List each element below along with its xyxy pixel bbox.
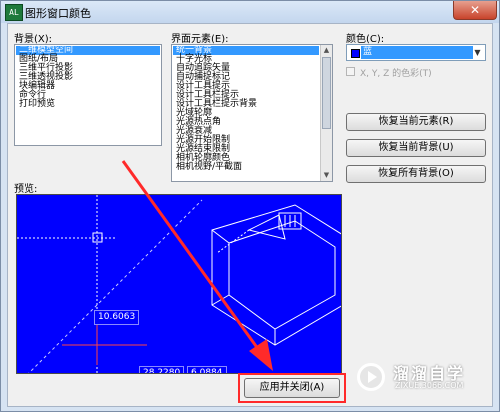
play-logo-icon xyxy=(357,363,385,391)
element-list-item[interactable]: 相机视野/平截面 xyxy=(173,163,319,172)
tint-label: X, Y, Z 的色彩(T) xyxy=(360,69,432,79)
restore-context-button[interactable]: 恢复当前背景(U) xyxy=(346,139,486,157)
window-title: 图形窗口颜色 xyxy=(25,7,91,20)
chevron-down-icon[interactable]: ▼ xyxy=(471,46,484,59)
preview-label: 预览: xyxy=(14,184,38,195)
dialog-window: AL 图形窗口颜色 ✕ 背景(X): 二维模型空间 图纸/布局 三维平行投影 三维透视… xyxy=(0,0,500,412)
camera-icon xyxy=(247,214,286,240)
tracking-vector xyxy=(28,199,203,373)
element-label: 界面元素(E): xyxy=(171,34,229,45)
coord-tooltip-3: 6.0884 xyxy=(187,366,227,373)
restore-all-button[interactable]: 恢复所有背景(O) xyxy=(346,165,486,183)
coord-tooltip-1: 10.6063 xyxy=(94,310,140,325)
watermark-url: ZIXUE.3066.COM xyxy=(395,381,464,390)
color-dropdown[interactable]: 蓝 ▼ xyxy=(346,44,486,61)
model-box xyxy=(211,204,341,346)
element-scrollbar[interactable]: ▲ ▼ xyxy=(320,45,332,181)
scroll-thumb[interactable] xyxy=(322,57,331,129)
color-label: 颜色(C): xyxy=(346,34,385,45)
element-listbox[interactable]: 统一背景 十字光标 自动追踪矢量 自动捕捉标记 设计工具提示 设计工具栏提示 设计工具栏提示… xyxy=(171,44,333,182)
context-label: 背景(X): xyxy=(14,34,53,45)
app-icon: AL xyxy=(5,4,23,21)
scroll-up-icon[interactable]: ▲ xyxy=(321,45,332,56)
model-box-inner xyxy=(228,220,336,330)
close-icon[interactable]: ✕ xyxy=(453,1,497,20)
context-list-item[interactable]: 打印预览 xyxy=(16,100,160,109)
title-bar[interactable]: AL 图形窗口颜色 ✕ xyxy=(1,1,499,23)
color-swatch xyxy=(351,49,360,58)
color-value: 蓝 xyxy=(361,46,473,59)
apply-close-button[interactable]: 应用并关闭(A) xyxy=(244,378,340,398)
preview-drawing xyxy=(17,195,341,373)
dialog-body: 背景(X): 二维模型空间 图纸/布局 三维平行投影 三维透视投影 块编辑器 命令行 打印预… xyxy=(7,23,493,407)
context-listbox[interactable]: 二维模型空间 图纸/布局 三维平行投影 三维透视投影 块编辑器 命令行 打印预览 xyxy=(14,44,162,146)
restore-element-button[interactable]: 恢复当前元素(R) xyxy=(346,113,486,131)
scroll-down-icon[interactable]: ▼ xyxy=(321,170,332,181)
preview-canvas: 10.6063 28.2280 6.0884 xyxy=(16,194,342,374)
watermark: 溜溜自学 ZIXUE.3066.COM xyxy=(353,357,493,399)
tint-checkbox[interactable] xyxy=(346,67,355,76)
coord-tooltip-2: 28.2280 xyxy=(139,366,185,373)
